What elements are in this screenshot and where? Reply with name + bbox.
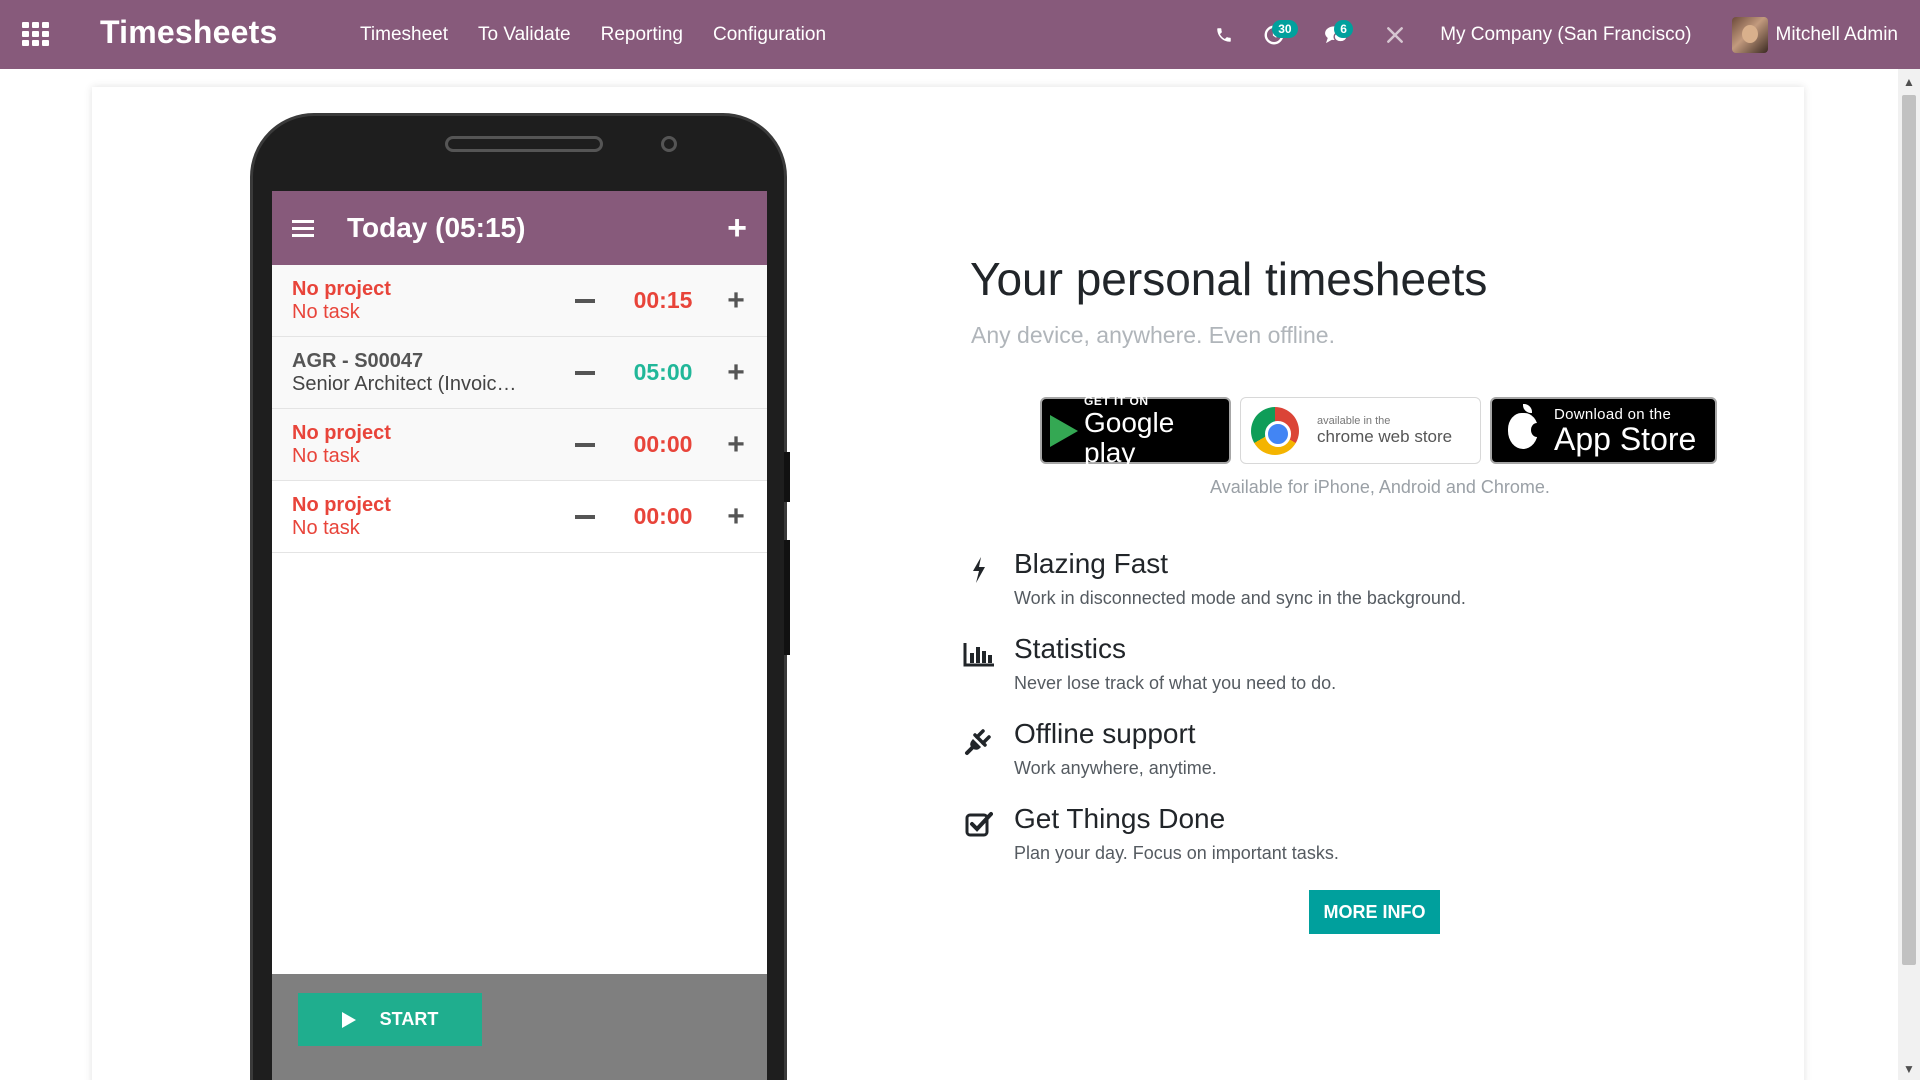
chat-icon[interactable]: 6 bbox=[1316, 0, 1370, 69]
phone-side-button bbox=[784, 540, 790, 655]
user-name: Mitchell Admin bbox=[1775, 23, 1899, 45]
entry-project: AGR - S00047 bbox=[292, 349, 424, 372]
entry-time: 00:00 bbox=[633, 431, 693, 457]
activity-clock-icon[interactable]: 30 bbox=[1254, 0, 1308, 69]
apps-menu-icon[interactable] bbox=[22, 22, 50, 46]
minus-icon[interactable] bbox=[575, 442, 595, 447]
entry-task: No task bbox=[292, 300, 360, 323]
timesheet-entry[interactable]: AGR - S00047 Senior Architect (Invoic… 0… bbox=[272, 337, 767, 409]
entry-time: 05:00 bbox=[633, 359, 693, 385]
more-info-button[interactable]: MORE INFO bbox=[1309, 890, 1440, 934]
phone-screen: Today (05:15) + No project No task 00:15… bbox=[272, 191, 767, 1080]
apple-icon bbox=[1508, 403, 1543, 449]
availability-note: Available for iPhone, Android and Chrome… bbox=[1210, 477, 1550, 497]
google-play-top: GET IT ON bbox=[1084, 393, 1149, 408]
app-store-badge[interactable]: Download on the App Store bbox=[1490, 397, 1717, 464]
feature-desc: Never lose track of what you need to do. bbox=[1014, 673, 1337, 693]
minus-icon[interactable] bbox=[575, 298, 595, 303]
messages-count-badge: 6 bbox=[1334, 20, 1353, 38]
entry-time: 00:15 bbox=[633, 287, 693, 313]
phone-camera bbox=[661, 136, 677, 152]
start-label: START bbox=[379, 1009, 439, 1029]
feature-title: Get Things Done bbox=[1014, 803, 1226, 834]
google-play-badge[interactable]: GET IT ON Google play bbox=[1040, 393, 1231, 467]
menu-item-reporting[interactable]: Reporting bbox=[586, 0, 698, 69]
entry-task: Senior Architect (Invoic… bbox=[292, 372, 517, 395]
timesheet-entry[interactable]: No project No task 00:00 + bbox=[272, 481, 767, 553]
add-entry-icon[interactable]: + bbox=[727, 211, 747, 245]
start-button[interactable]: START bbox=[298, 993, 482, 1046]
avatar bbox=[1731, 16, 1768, 53]
activity-count-badge: 30 bbox=[1272, 20, 1298, 38]
scroll-thumb[interactable] bbox=[1902, 95, 1916, 965]
chrome-web-store-badge[interactable]: available in the chrome web store bbox=[1240, 397, 1481, 464]
google-play-main: Google play bbox=[1084, 406, 1175, 468]
entry-project: No project bbox=[292, 277, 391, 300]
menu-item-timesheet[interactable]: Timesheet bbox=[345, 0, 463, 69]
plus-icon[interactable]: + bbox=[725, 284, 747, 318]
hero-title: Your personal timesheets bbox=[970, 253, 1488, 305]
bolt-icon bbox=[962, 548, 996, 609]
checkbox-icon bbox=[962, 803, 996, 864]
feature-offline-support: Offline support Work anywhere, anytime. bbox=[962, 718, 1217, 779]
chrome-store-top: available in the bbox=[1317, 414, 1391, 427]
entry-time: 00:00 bbox=[633, 503, 693, 529]
top-navbar: Timesheets Timesheet To Validate Reporti… bbox=[0, 0, 1920, 69]
plus-icon[interactable]: + bbox=[725, 500, 747, 534]
feature-desc: Plan your day. Focus on important tasks. bbox=[1014, 843, 1339, 863]
app-brand[interactable]: Timesheets bbox=[100, 14, 278, 51]
vertical-scrollbar[interactable]: ▲ ▼ bbox=[1898, 69, 1920, 1080]
tools-icon[interactable] bbox=[1380, 0, 1410, 69]
entry-project: No project bbox=[292, 493, 391, 516]
feature-statistics: Statistics Never lose track of what you … bbox=[962, 633, 1336, 694]
feature-title: Blazing Fast bbox=[1014, 548, 1169, 579]
phone-footer: START bbox=[272, 974, 767, 1080]
scroll-down-icon[interactable]: ▼ bbox=[1898, 1058, 1920, 1080]
menu-item-to-validate[interactable]: To Validate bbox=[463, 0, 586, 69]
hamburger-icon[interactable] bbox=[292, 219, 314, 237]
user-menu[interactable]: Mitchell Admin bbox=[1731, 16, 1899, 53]
menu-item-configuration[interactable]: Configuration bbox=[698, 0, 841, 69]
plus-icon[interactable]: + bbox=[725, 356, 747, 390]
company-switcher[interactable]: My Company (San Francisco) bbox=[1440, 24, 1691, 46]
timesheet-entry[interactable]: No project No task 00:15 + bbox=[272, 265, 767, 337]
store-badges: GET IT ON Google play available in the c… bbox=[1040, 393, 1717, 467]
feature-title: Statistics bbox=[1014, 633, 1127, 664]
hero-subtitle: Any device, anywhere. Even offline. bbox=[971, 322, 1335, 348]
feature-desc: Work anywhere, anytime. bbox=[1014, 758, 1217, 778]
phone-side-button bbox=[784, 452, 790, 502]
plug-icon bbox=[962, 718, 996, 779]
feature-blazing-fast: Blazing Fast Work in disconnected mode a… bbox=[962, 548, 1466, 609]
plus-icon[interactable]: + bbox=[725, 428, 747, 462]
chrome-store-main: chrome web store bbox=[1317, 426, 1453, 446]
google-play-icon bbox=[1050, 414, 1078, 447]
app-store-main: App Store bbox=[1554, 421, 1697, 457]
feature-desc: Work in disconnected mode and sync in th… bbox=[1014, 588, 1466, 608]
entry-project: No project bbox=[292, 421, 391, 444]
feature-title: Offline support bbox=[1014, 718, 1196, 749]
minus-icon[interactable] bbox=[575, 370, 595, 375]
chrome-icon bbox=[1251, 406, 1299, 455]
phone-header: Today (05:15) + bbox=[272, 191, 767, 265]
scroll-up-icon[interactable]: ▲ bbox=[1898, 71, 1920, 93]
minus-icon[interactable] bbox=[575, 514, 595, 519]
timesheet-entry[interactable]: No project No task 00:00 + bbox=[272, 409, 767, 481]
main-menu: Timesheet To Validate Reporting Configur… bbox=[345, 0, 841, 69]
play-icon bbox=[341, 1011, 356, 1028]
entry-task: No task bbox=[292, 516, 360, 539]
phone-icon[interactable] bbox=[1204, 0, 1244, 69]
bar-chart-icon bbox=[962, 633, 996, 694]
systray: 30 6 My Company (San Francisco) Mitchell… bbox=[1204, 0, 1920, 69]
feature-get-things-done: Get Things Done Plan your day. Focus on … bbox=[962, 803, 1339, 864]
phone-speaker bbox=[445, 136, 603, 152]
phone-header-title: Today (05:15) bbox=[347, 212, 526, 243]
entry-task: No task bbox=[292, 444, 360, 467]
